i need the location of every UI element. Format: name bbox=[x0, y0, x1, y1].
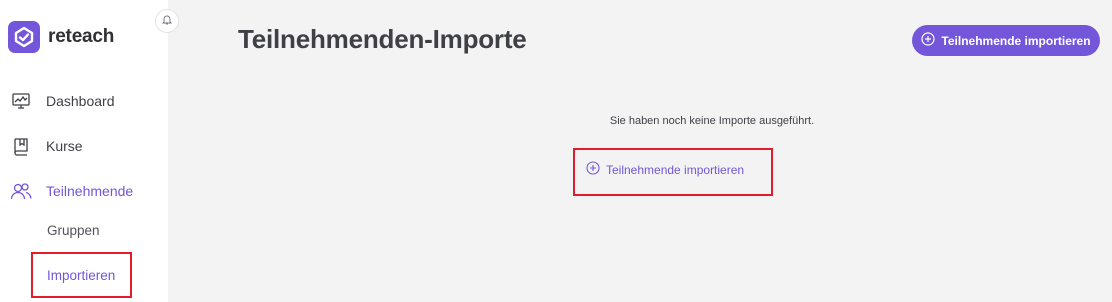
page-title: Teilnehmenden-Importe bbox=[238, 24, 527, 54]
sidebar-item-kurse[interactable]: Kurse bbox=[10, 135, 83, 157]
sidebar-item-label: Dashboard bbox=[46, 93, 115, 109]
sidebar-item-label: Teilnehmende bbox=[46, 183, 134, 199]
brand-logo[interactable]: reteach bbox=[8, 21, 114, 53]
sidebar: reteach Dashboard Kurse Teilnehmende Gru… bbox=[0, 0, 168, 302]
sidebar-item-dashboard[interactable]: Dashboard bbox=[10, 90, 115, 112]
button-label: Teilnehmende importieren bbox=[941, 33, 1091, 48]
sidebar-subitem-gruppen[interactable]: Gruppen bbox=[47, 223, 100, 238]
users-icon bbox=[10, 180, 32, 202]
sidebar-item-teilnehmende[interactable]: Teilnehmende bbox=[10, 180, 133, 202]
import-participants-button[interactable]: Teilnehmende importieren bbox=[912, 25, 1100, 56]
reteach-logo-icon bbox=[8, 21, 40, 53]
book-icon bbox=[10, 135, 32, 157]
highlight-box bbox=[31, 252, 132, 298]
empty-state-message: Sie haben noch keine Importe ausgeführt. bbox=[609, 115, 815, 127]
dashboard-monitor-icon bbox=[10, 90, 32, 112]
plus-circle-icon bbox=[921, 32, 936, 49]
highlight-box bbox=[573, 148, 773, 196]
sidebar-item-label: Kurse bbox=[46, 138, 83, 154]
notification-button[interactable] bbox=[155, 9, 179, 33]
brand-name: reteach bbox=[48, 26, 115, 47]
bell-icon bbox=[161, 12, 173, 30]
